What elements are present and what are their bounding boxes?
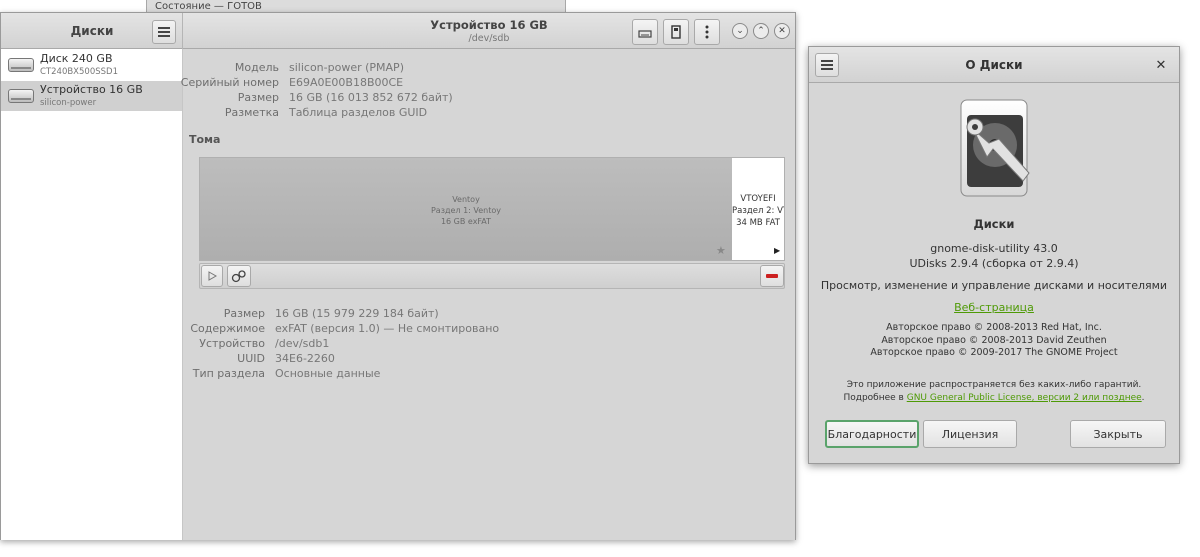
minus-icon [766,274,778,278]
disks-app-icon [960,99,1030,197]
play-marker-icon: ▶ [774,246,781,255]
minimize-button[interactable]: ⌄ [732,23,748,39]
about-title: О Диски [965,58,1023,72]
device-info: Модель silicon-power (PMAP) Серийный ном… [180,61,453,121]
volume-toolbar [199,263,785,289]
partition-size: 34 MB FAT [736,218,780,228]
app-name: Диски [973,217,1015,231]
mount-button[interactable] [201,265,223,287]
app-menu-button[interactable] [152,20,176,44]
disk-model: silicon-power [40,98,97,108]
copyright-line: Авторское право © 2008-2013 David Zeuthe… [881,335,1107,346]
close-icon: ✕ [1155,57,1167,73]
play-icon [208,271,217,281]
partition-number: Раздел 2: VT… [732,206,784,216]
license-prefix: Подробнее в [843,393,907,403]
copyright-line: Авторское право © 2008-2013 Red Hat, Inc… [886,322,1102,333]
chevron-down-icon: ⌄ [736,26,744,36]
background-window-title: Состояние — ГОТОВ [155,1,262,12]
kebab-icon [705,25,709,39]
partition-number: Раздел 1: Ventoy [430,206,502,215]
about-dialog: О Диски ✕ Диски gnome-disk-utility 43.0 … [808,46,1180,464]
info-value: /dev/sdb1 [275,337,330,350]
license-suffix: . [1141,393,1145,403]
copyright-line: Авторское право © 2009-2017 The GNOME Pr… [870,347,1118,358]
app-version: gnome-disk-utility 43.0 [930,242,1058,255]
info-key: Содержимое [190,322,265,335]
info-value: Таблица разделов GUID [289,106,428,119]
disk-model: CT240BX500SSD1 [40,67,118,77]
info-key: Тип раздела [192,367,265,380]
power-off-button[interactable] [663,19,689,45]
info-value: 34E6-2260 [275,352,335,365]
maximize-button[interactable]: ⌃ [753,23,769,39]
partition-ventoy[interactable]: Ventoy Раздел 1: Ventoy 16 GB exFAT ★ [200,158,732,260]
info-key: Размер [223,307,265,320]
info-key: Разметка [224,106,279,119]
info-value: 16 GB (15 979 229 184 байт) [275,307,439,320]
window-title: Устройство 16 GB [430,18,548,32]
drive-icon [638,30,652,38]
window-subtitle: /dev/sdb [468,33,510,44]
info-value: Основные данные [275,367,381,380]
info-key: Серийный номер [180,76,279,89]
volume-map: Ventoy Раздел 1: Ventoy 16 GB exFAT ★ VT… [199,157,785,261]
close-icon: ✕ [778,26,786,36]
info-key: Устройство [199,337,265,350]
close-button[interactable]: ✕ [774,23,790,39]
disk-name: Устройство 16 GB [40,83,143,96]
disks-window: Диски Устройство 16 GB /dev/sdb ⌄ ⌃ ✕ Ди… [0,12,796,540]
gears-icon [231,270,246,283]
volume-info: Размер 16 GB (15 979 229 184 байт) Содер… [183,307,499,387]
partition-size: 16 GB exFAT [440,217,492,226]
eject-button[interactable] [632,19,658,45]
license-link[interactable]: GNU General Public License, версии 2 или… [907,393,1142,403]
app-description: Просмотр, изменение и управление дисками… [820,279,1168,292]
info-value: exFAT (версия 1.0) — Не смонтировано [275,322,500,335]
credits-button[interactable]: Благодарности [825,420,919,448]
disk-item-16gb[interactable]: Устройство 16 GB silicon-power [1,81,182,111]
delete-partition-button[interactable] [760,265,784,287]
close-dialog-button[interactable]: Закрыть [1070,420,1166,448]
udisks-version: UDisks 2.9.4 (сборка от 2.9.4) [909,257,1079,270]
volumes-heading: Тома [189,133,221,146]
drive-details: Модель silicon-power (PMAP) Серийный ном… [180,49,795,540]
hamburger-icon [158,27,170,37]
usb-icon [671,25,681,39]
partition-label: Ventoy [452,195,480,204]
website-link[interactable]: Веб-страница [809,301,1179,314]
drive-menu-button[interactable] [694,19,720,45]
license-button[interactable]: Лицензия [923,420,1017,448]
header-separator [182,13,183,49]
license-notice: Подробнее в GNU General Public License, … [809,393,1179,403]
warranty-notice: Это приложение распространяется без каки… [846,380,1142,390]
disk-item-240gb[interactable]: Диск 240 GB CT240BX500SSD1 [1,50,182,80]
info-value: 16 GB (16 013 852 672 байт) [289,91,453,104]
partition-settings-button[interactable] [227,265,251,287]
info-value: E69A0E00B18B00CE [289,76,404,89]
about-header-bar: О Диски ✕ [809,47,1179,83]
partition-vtoyefi[interactable]: VTOYEFI Раздел 2: VT… 34 MB FAT ▶ [732,158,784,260]
header-bar: Диски Устройство 16 GB /dev/sdb ⌄ ⌃ ✕ [1,13,795,49]
chevron-up-icon: ⌃ [757,26,765,36]
hard-disk-icon [8,58,34,72]
disk-list: Диск 240 GB CT240BX500SSD1 Устройство 16… [1,49,183,540]
website-link-text: Веб-страница [954,301,1034,314]
about-close-button[interactable]: ✕ [1149,53,1173,77]
disk-name: Диск 240 GB [40,52,113,65]
info-key: Размер [237,91,279,104]
star-icon: ★ [716,244,726,257]
info-key: UUID [237,352,265,365]
info-value: silicon-power (PMAP) [289,61,404,74]
info-key: Модель [234,61,279,74]
partition-label: VTOYEFI [740,194,776,204]
hard-disk-icon [8,89,34,103]
